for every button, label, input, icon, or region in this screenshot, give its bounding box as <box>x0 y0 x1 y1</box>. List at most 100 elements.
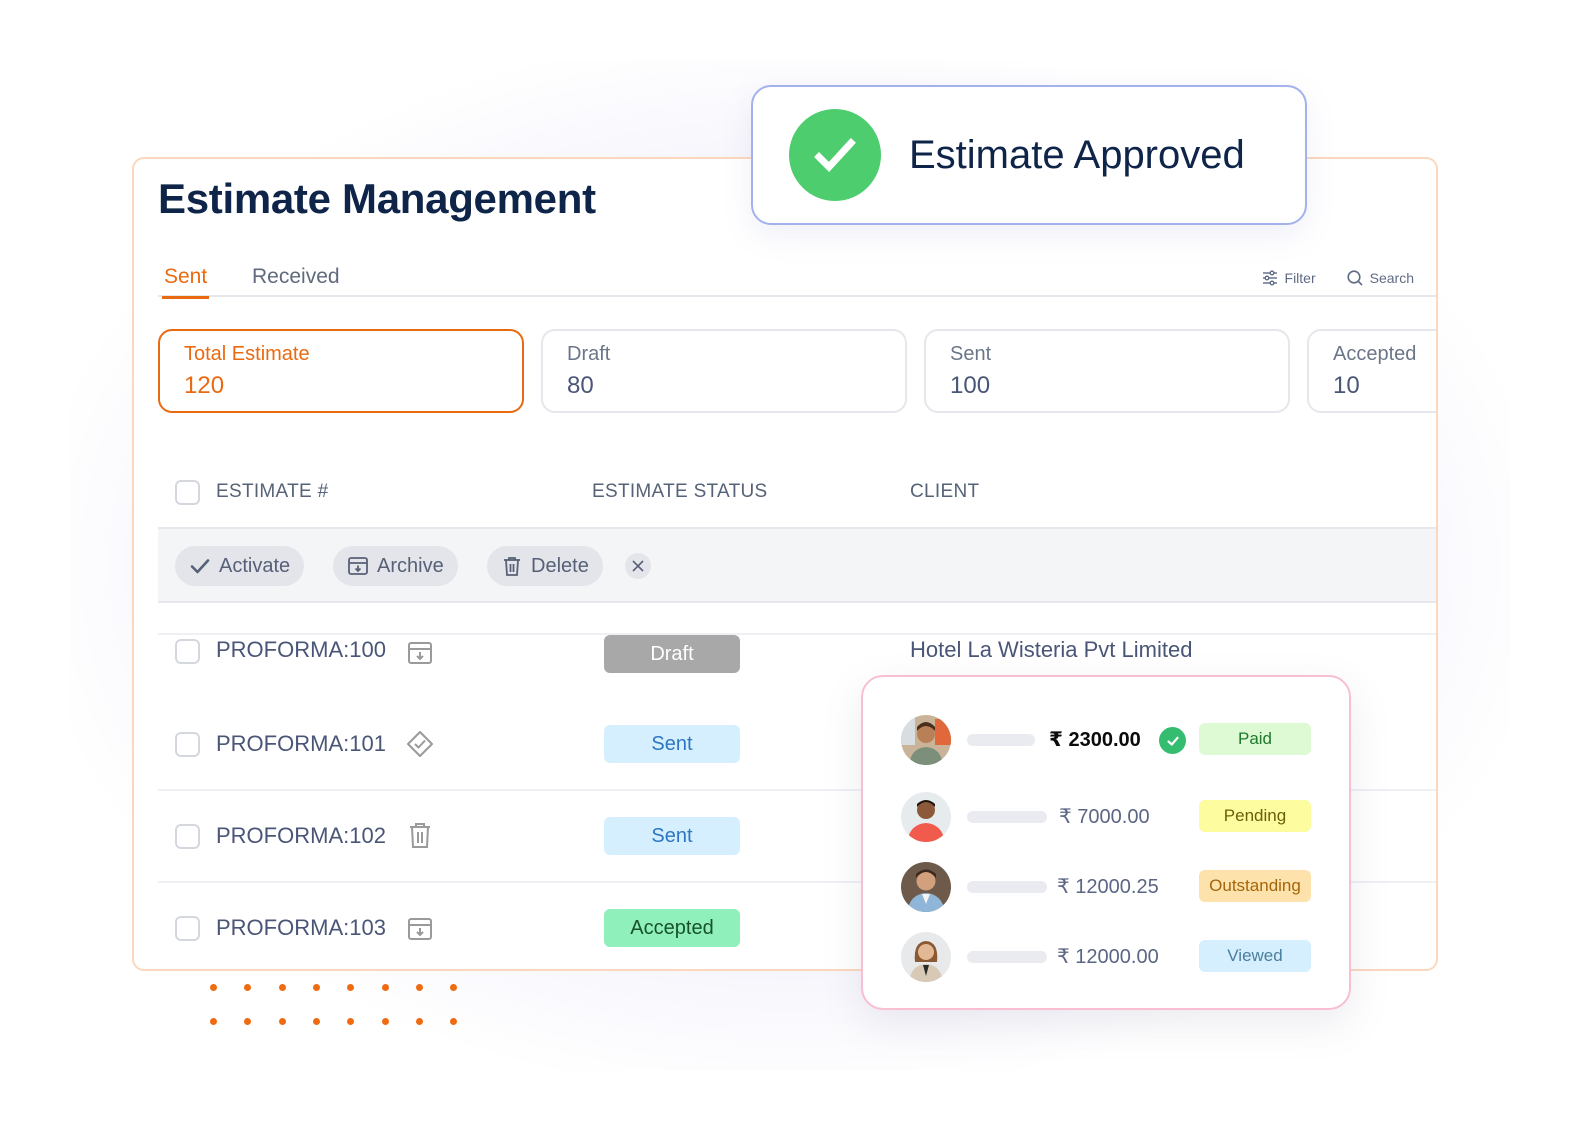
stat-card-total-estimate[interactable]: Total Estimate 120 <box>158 329 524 413</box>
stat-label: Draft <box>567 343 611 365</box>
delete-button[interactable]: Delete <box>487 546 603 586</box>
tab-sent[interactable]: Sent <box>162 265 210 299</box>
estimate-approved-toast: Estimate Approved <box>751 85 1307 225</box>
decorative-dot <box>415 984 423 991</box>
payments-card: ₹ 2300.00 Paid ₹ 7000.00 Pending ₹ 12000… <box>861 675 1351 1010</box>
payment-row[interactable]: ₹ 12000.00 Viewed <box>901 932 1321 986</box>
filter-icon <box>1262 270 1277 286</box>
activate-label: Activate <box>219 554 291 577</box>
payment-amount: ₹ 2300.00 <box>1049 729 1141 751</box>
decorative-dot <box>210 1018 217 1025</box>
archive-label: Archive <box>377 554 444 577</box>
bulk-action-bar: Activate Archive Delete <box>158 529 1436 603</box>
payment-amount: ₹ 12000.25 <box>1057 876 1159 898</box>
stat-value: 10 <box>1333 372 1360 399</box>
archive-button[interactable]: Archive <box>333 546 458 586</box>
avatar <box>901 932 951 982</box>
row-checkbox[interactable] <box>175 732 200 757</box>
decorative-dot <box>210 984 217 991</box>
filter-label: Filter <box>1284 270 1316 286</box>
avatar <box>901 792 951 842</box>
payment-row[interactable]: ₹ 2300.00 Paid <box>901 715 1321 769</box>
stat-value: 120 <box>184 372 225 399</box>
payment-status-pending: Pending <box>1199 800 1311 832</box>
payment-status-viewed: Viewed <box>1199 940 1311 972</box>
stat-label: Sent <box>950 343 992 365</box>
decorative-dot <box>347 1018 355 1025</box>
status-badge-accepted: Accepted <box>604 909 740 947</box>
avatar <box>901 715 951 765</box>
trash-icon[interactable] <box>406 821 434 849</box>
toolbar: Filter Search <box>1261 269 1414 287</box>
activate-button[interactable]: Activate <box>175 546 305 586</box>
check-circle-icon <box>789 109 881 201</box>
decorative-dot <box>381 1018 389 1025</box>
name-placeholder <box>967 734 1035 746</box>
row-checkbox[interactable] <box>175 916 200 941</box>
stat-value: 80 <box>567 372 594 399</box>
decorative-dot <box>278 1018 286 1025</box>
delete-label: Delete <box>531 554 589 577</box>
decorative-dot <box>278 984 286 991</box>
column-header-client[interactable]: CLIENT <box>910 481 979 503</box>
decorative-dot <box>312 984 320 991</box>
decorative-dot <box>450 984 458 991</box>
stat-card-draft[interactable]: Draft 80 <box>541 329 907 413</box>
stat-card-accepted[interactable]: Accepted 10 <box>1307 329 1436 413</box>
stat-card-sent[interactable]: Sent 100 <box>924 329 1290 413</box>
decorative-dot <box>415 1018 423 1025</box>
payment-status-paid: Paid <box>1199 723 1311 755</box>
estimate-id[interactable]: PROFORMA:101 <box>216 731 386 757</box>
estimate-id[interactable]: PROFORMA:103 <box>216 915 386 941</box>
toast-message: Estimate Approved <box>909 132 1245 177</box>
estimate-id[interactable]: PROFORMA:102 <box>216 823 386 849</box>
status-badge-draft: Draft <box>604 635 740 673</box>
name-placeholder <box>967 951 1047 963</box>
filter-button[interactable]: Filter <box>1261 269 1316 287</box>
payment-amount: ₹ 7000.00 <box>1059 806 1150 828</box>
decorative-dot <box>381 984 389 991</box>
row-checkbox[interactable] <box>175 639 200 664</box>
clear-selection-button[interactable] <box>625 553 651 579</box>
column-header-estimate[interactable]: ESTIMATE # <box>216 481 328 503</box>
row-checkbox[interactable] <box>175 824 200 849</box>
archive-icon[interactable] <box>406 915 434 943</box>
check-icon <box>190 559 210 574</box>
decorative-dot <box>244 984 252 991</box>
decorative-dot <box>450 1018 458 1025</box>
name-placeholder <box>967 881 1047 893</box>
tab-received[interactable]: Received <box>252 265 340 299</box>
verified-badge-icon[interactable] <box>406 730 434 758</box>
trash-icon <box>504 557 520 576</box>
status-badge-sent: Sent <box>604 725 740 763</box>
stats-row: Total Estimate 120 Draft 80 Sent 100 Acc… <box>158 329 1436 413</box>
page-title: Estimate Management <box>158 175 596 222</box>
tab-bar: Sent Received Filter Search <box>158 261 1436 299</box>
status-badge-sent: Sent <box>604 817 740 855</box>
client-name: Hotel La Wisteria Pvt Limited <box>910 637 1193 662</box>
payment-row[interactable]: ₹ 12000.25 Outstanding <box>901 862 1321 916</box>
decorative-dot-grid <box>210 984 470 1034</box>
decorative-dot <box>347 984 355 991</box>
table-header: ESTIMATE # ESTIMATE STATUS CLIENT <box>158 459 1436 529</box>
stat-label: Total Estimate <box>184 343 310 365</box>
select-all-checkbox[interactable] <box>175 480 200 505</box>
payment-status-outstanding: Outstanding <box>1199 870 1311 902</box>
search-label: Search <box>1369 270 1414 286</box>
name-placeholder <box>967 811 1047 823</box>
decorative-dot <box>312 1018 320 1025</box>
avatar <box>901 862 951 912</box>
decorative-dot <box>244 1018 252 1025</box>
verified-check-icon <box>1159 727 1186 754</box>
archive-icon[interactable] <box>406 639 434 667</box>
estimate-id[interactable]: PROFORMA:100 <box>216 637 386 663</box>
stat-value: 100 <box>950 372 991 399</box>
column-header-status[interactable]: ESTIMATE STATUS <box>592 481 768 503</box>
payment-amount: ₹ 12000.00 <box>1057 946 1159 968</box>
stat-label: Accepted <box>1333 343 1417 365</box>
payment-row[interactable]: ₹ 7000.00 Pending <box>901 792 1321 846</box>
close-icon <box>632 560 644 572</box>
archive-icon <box>348 557 368 575</box>
search-icon <box>1347 270 1363 286</box>
search-button[interactable]: Search <box>1346 269 1414 287</box>
